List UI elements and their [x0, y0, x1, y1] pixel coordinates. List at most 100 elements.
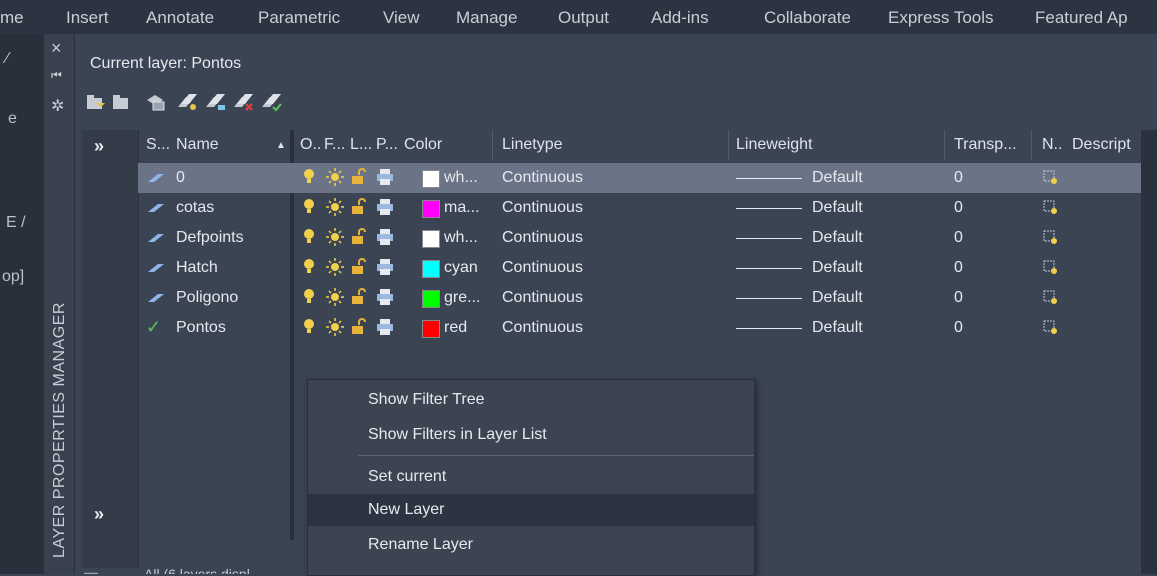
- printer-icon[interactable]: [376, 258, 394, 281]
- unlocked-padlock-icon[interactable]: [350, 198, 368, 221]
- lightbulb-on-icon[interactable]: [302, 168, 316, 191]
- col-lock[interactable]: L...: [350, 136, 372, 154]
- unlocked-padlock-icon[interactable]: [350, 168, 368, 191]
- new-group-filter-icon[interactable]: [111, 92, 131, 117]
- col-linetype[interactable]: Linetype: [502, 136, 563, 154]
- new-property-filter-icon[interactable]: [85, 92, 107, 117]
- menu-add-ins[interactable]: Add-ins: [651, 8, 709, 28]
- lineweight[interactable]: Default: [812, 169, 863, 187]
- transparency[interactable]: 0: [954, 169, 963, 187]
- layer-row[interactable]: Poligono gre... Continuous Default 0: [138, 283, 1157, 313]
- expand-filter-tree-button[interactable]: »: [94, 136, 104, 157]
- new-layer-vp-frozen-icon[interactable]: [205, 92, 227, 117]
- lightbulb-on-icon[interactable]: [302, 258, 316, 281]
- col-lineweight[interactable]: Lineweight: [736, 136, 813, 154]
- layer-name[interactable]: cotas: [176, 199, 214, 217]
- new-vp-freeze-icon[interactable]: [1042, 228, 1058, 251]
- printer-icon[interactable]: [376, 228, 394, 251]
- printer-icon[interactable]: [376, 318, 394, 341]
- col-color[interactable]: Color: [404, 136, 442, 154]
- new-vp-freeze-icon[interactable]: [1042, 198, 1058, 221]
- color-name[interactable]: wh...: [444, 169, 478, 187]
- unlocked-padlock-icon[interactable]: [350, 258, 368, 281]
- color-swatch[interactable]: [422, 200, 440, 218]
- layer-row[interactable]: cotas ma... Continuous Default 0: [138, 193, 1157, 223]
- col-description[interactable]: Descript: [1072, 136, 1131, 154]
- lineweight[interactable]: Default: [812, 319, 863, 337]
- delete-layer-icon[interactable]: [233, 92, 255, 117]
- menu-insert[interactable]: Insert: [66, 8, 109, 28]
- unlocked-padlock-icon[interactable]: [350, 288, 368, 311]
- transparency[interactable]: 0: [954, 259, 963, 277]
- sun-thawed-icon[interactable]: [326, 288, 344, 311]
- menu-parametric[interactable]: Parametric: [258, 8, 340, 28]
- linetype[interactable]: Continuous: [502, 319, 583, 337]
- color-swatch[interactable]: [422, 320, 440, 338]
- lineweight[interactable]: Default: [812, 289, 863, 307]
- menu-home[interactable]: me: [0, 8, 24, 28]
- unlocked-padlock-icon[interactable]: [350, 228, 368, 251]
- menu-set-current[interactable]: Set current: [308, 461, 754, 493]
- autohide-icon[interactable]: ⏮: [51, 68, 62, 83]
- sun-thawed-icon[interactable]: [326, 318, 344, 341]
- menu-view[interactable]: View: [383, 8, 420, 28]
- menu-show-filters-in-layer-list[interactable]: Show Filters in Layer List: [308, 419, 754, 451]
- linetype[interactable]: Continuous: [502, 289, 583, 307]
- menu-show-filter-tree[interactable]: Show Filter Tree: [308, 384, 754, 416]
- menu-featured-apps[interactable]: Featured Ap: [1035, 8, 1128, 28]
- layer-row[interactable]: Hatch cyan Continuous Default 0: [138, 253, 1157, 283]
- color-swatch[interactable]: [422, 170, 440, 188]
- col-name[interactable]: Name: [176, 136, 219, 154]
- sun-thawed-icon[interactable]: [326, 168, 344, 191]
- menu-annotate[interactable]: Annotate: [146, 8, 214, 28]
- linetype[interactable]: Continuous: [502, 229, 583, 247]
- linetype[interactable]: Continuous: [502, 169, 583, 187]
- unlocked-padlock-icon[interactable]: [350, 318, 368, 341]
- menu-new-layer[interactable]: New Layer: [308, 494, 754, 526]
- sun-thawed-icon[interactable]: [326, 258, 344, 281]
- layer-row[interactable]: ✓ Pontos red Continuous Default 0: [138, 313, 1157, 343]
- linetype[interactable]: Continuous: [502, 259, 583, 277]
- layer-row[interactable]: Defpoints wh... Continuous Default 0: [138, 223, 1157, 253]
- layer-name[interactable]: 0: [176, 169, 185, 187]
- col-new-vp-freeze[interactable]: N..: [1042, 136, 1062, 154]
- layer-row[interactable]: 0 wh... Continuous Default 0: [138, 163, 1157, 193]
- lineweight[interactable]: Default: [812, 259, 863, 277]
- layer-name[interactable]: Pontos: [176, 319, 226, 337]
- linetype[interactable]: Continuous: [502, 199, 583, 217]
- transparency[interactable]: 0: [954, 289, 963, 307]
- col-on[interactable]: O..: [300, 136, 321, 154]
- color-swatch[interactable]: [422, 290, 440, 308]
- new-vp-freeze-icon[interactable]: [1042, 288, 1058, 311]
- printer-icon[interactable]: [376, 168, 394, 191]
- layer-states-manager-icon[interactable]: [145, 92, 167, 117]
- transparency[interactable]: 0: [954, 319, 963, 337]
- sun-thawed-icon[interactable]: [326, 228, 344, 251]
- layer-name[interactable]: Poligono: [176, 289, 238, 307]
- menu-express-tools[interactable]: Express Tools: [888, 8, 994, 28]
- menu-output[interactable]: Output: [558, 8, 609, 28]
- col-transparency[interactable]: Transp...: [954, 136, 1017, 154]
- layer-name[interactable]: Hatch: [176, 259, 218, 277]
- color-swatch[interactable]: [422, 230, 440, 248]
- settings-icon[interactable]: ✲: [51, 96, 64, 116]
- col-status[interactable]: S...: [146, 136, 170, 154]
- color-swatch[interactable]: [422, 260, 440, 278]
- expand-filter-pane-button[interactable]: »: [94, 504, 104, 525]
- lineweight[interactable]: Default: [812, 199, 863, 217]
- close-icon[interactable]: ×: [51, 38, 62, 59]
- color-name[interactable]: cyan: [444, 259, 478, 277]
- new-vp-freeze-icon[interactable]: [1042, 258, 1058, 281]
- column-divider[interactable]: [944, 130, 945, 160]
- menu-manage[interactable]: Manage: [456, 8, 517, 28]
- column-divider[interactable]: [728, 130, 729, 160]
- color-name[interactable]: red: [444, 319, 467, 337]
- printer-icon[interactable]: [376, 288, 394, 311]
- lightbulb-on-icon[interactable]: [302, 198, 316, 221]
- layer-name[interactable]: Defpoints: [176, 229, 244, 247]
- lineweight[interactable]: Default: [812, 229, 863, 247]
- new-vp-freeze-icon[interactable]: [1042, 168, 1058, 191]
- menu-collaborate[interactable]: Collaborate: [764, 8, 851, 28]
- new-layer-icon[interactable]: [177, 92, 199, 117]
- lightbulb-on-icon[interactable]: [302, 318, 316, 341]
